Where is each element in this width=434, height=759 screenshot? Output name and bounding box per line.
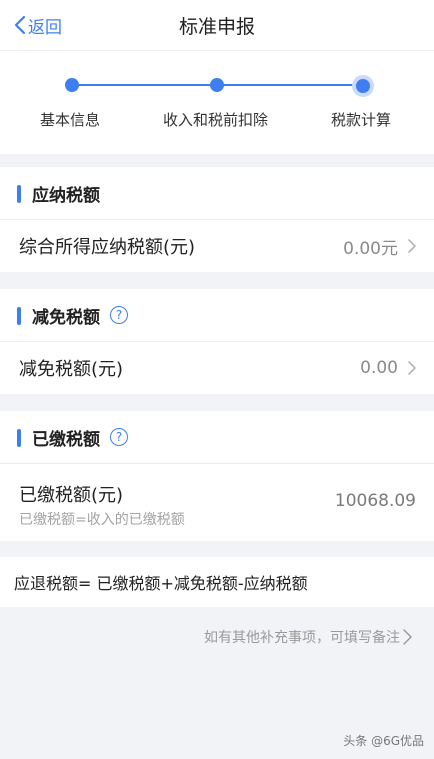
section-payable-tax: 应纳税额 综合所得应纳税额(元) 0.00元 xyxy=(0,167,434,272)
add-remarks-link[interactable]: 如有其他补充事项，可填写备注 xyxy=(204,627,412,647)
remarks-label: 如有其他补充事项，可填写备注 xyxy=(204,630,400,646)
section-accent-bar xyxy=(17,185,21,203)
step-label-income: 收入和税前扣除 xyxy=(163,111,269,129)
step-label-basic-info: 基本信息 xyxy=(40,111,101,129)
page-title: 标准申报 xyxy=(178,16,255,38)
section-title: 已缴税额 xyxy=(32,429,100,450)
help-icon[interactable]: ? xyxy=(110,306,128,324)
step-dot-basic-info xyxy=(65,78,79,92)
section-header: 已缴税额 ? xyxy=(0,411,434,463)
row-label: 综合所得应纳税额(元) xyxy=(19,237,196,258)
section-tax-reduction: 减免税额 ? 减免税额(元) 0.00 xyxy=(0,289,434,394)
step-connector xyxy=(217,84,363,86)
payable-tax-row[interactable]: 综合所得应纳税额(元) 0.00元 xyxy=(0,220,434,272)
chevron-right-icon xyxy=(403,629,412,645)
formula-text: 应退税额= 已缴税额+减免税额-应纳税额 xyxy=(14,574,308,593)
chevron-right-icon xyxy=(408,361,416,375)
row-value: 10068.09 xyxy=(334,491,416,511)
step-dot-tax-calc xyxy=(352,75,374,97)
step-dot-income xyxy=(210,78,224,92)
section-title: 应纳税额 xyxy=(32,185,100,206)
tax-reduction-row[interactable]: 减免税额(元) 0.00 xyxy=(0,342,434,394)
progress-steps: 基本信息 收入和税前扣除 税款计算 xyxy=(0,51,434,154)
help-icon[interactable]: ? xyxy=(110,428,128,446)
section-accent-bar xyxy=(17,307,21,325)
section-header: 应纳税额 xyxy=(0,167,434,219)
row-label: 减免税额(元) xyxy=(19,359,124,380)
row-label: 已缴税额(元) xyxy=(19,485,124,506)
row-value: 0.00 xyxy=(360,358,398,378)
chevron-right-icon xyxy=(408,239,416,253)
step-connector xyxy=(72,84,217,86)
section-title: 减免税额 xyxy=(32,307,100,328)
section-paid-tax: 已缴税额 ? 已缴税额(元) 已缴税额=收入的已缴税额 10068.09 xyxy=(0,411,434,541)
step-label-tax-calc: 税款计算 xyxy=(331,111,392,129)
watermark: 头条 @6G优品 xyxy=(343,734,424,748)
section-accent-bar xyxy=(17,429,21,447)
refund-formula: 应退税额= 已缴税额+减免税额-应纳税额 xyxy=(0,557,434,607)
nav-header: 返回 标准申报 xyxy=(0,0,434,51)
row-sublabel: 已缴税额=收入的已缴税额 xyxy=(19,512,185,528)
paid-tax-row: 已缴税额(元) 已缴税额=收入的已缴税额 10068.09 xyxy=(0,464,434,541)
section-header: 减免税额 ? xyxy=(0,289,434,341)
row-value: 0.00元 xyxy=(343,238,398,259)
